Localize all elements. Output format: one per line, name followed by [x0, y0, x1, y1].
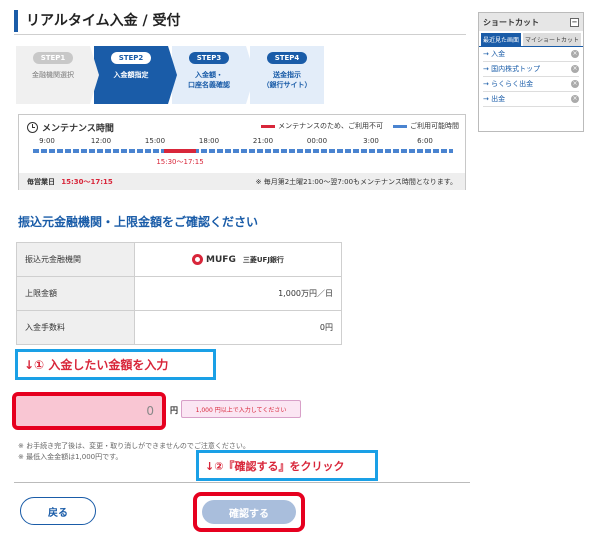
info-table: 振込元金融機関 MUFG 三菱UFJ銀行 上限金額 1,000万円／日 入金手数… [16, 242, 342, 345]
back-button[interactable]: 戻る [20, 497, 96, 525]
timeline-time: 9:00 [39, 137, 55, 145]
timeline-maintenance-range [164, 149, 196, 153]
delete-icon[interactable]: × [571, 50, 579, 58]
annotation-step2: ↓②『確認する』をクリック [196, 450, 378, 481]
shortcut-header: ショートカット − [479, 13, 583, 31]
step-indicator: STEP1 金融機関選択 STEP2 入金額指定 STEP3 入金額・ 口座名義… [16, 46, 328, 104]
maintenance-daily: 毎営業日 15:30〜17:15 [27, 177, 113, 187]
step-4-badge: STEP4 [266, 52, 308, 64]
timeline-bar [33, 149, 453, 153]
annotation-step1: ↓① 入金したい金額を入力 [15, 349, 216, 380]
timeline-time: 3:00 [363, 137, 379, 145]
clock-icon [27, 122, 38, 133]
step-1-label: 金融機関選択 [32, 71, 74, 79]
row-label: 入金手数料 [16, 310, 135, 345]
step-3: STEP3 入金額・ 口座名義確認 [172, 46, 255, 104]
legend-unavailable-swatch [261, 124, 276, 128]
maintenance-title: メンテナンス時間 [27, 121, 114, 134]
timeline-time: 6:00 [417, 137, 433, 145]
timeline-time: 12:00 [90, 137, 112, 145]
bank-name: 三菱UFJ銀行 [242, 255, 284, 264]
shortcut-item-deposit[interactable]: → 入金 × [483, 47, 579, 62]
shortcut-panel: ショートカット − 最近見た画面 マイショートカット → 入金 × → 国内株式… [478, 12, 584, 132]
step-3-badge: STEP3 [188, 52, 230, 64]
maintenance-legend: メンテナンスのため、ご利用不可 ご利用可能時間 [261, 121, 459, 131]
shortcut-item-label: → 出金 [483, 95, 506, 103]
bank-logo-text: MUFG [206, 254, 236, 265]
row-label: 上限金額 [16, 276, 135, 311]
delete-icon[interactable]: × [571, 95, 579, 103]
step-2-badge: STEP2 [110, 52, 152, 64]
timeline-time: 18:00 [198, 137, 220, 145]
row-value: 1,000万円／日 [134, 276, 342, 311]
maintenance-daily-value: 15:30〜17:15 [61, 177, 113, 186]
legend-available-label: ご利用可能時間 [410, 122, 459, 130]
tab-recent[interactable]: 最近見た画面 [481, 33, 521, 46]
tab-my-shortcut[interactable]: マイショートカット [523, 33, 581, 46]
timeline-time: 21:00 [252, 137, 274, 145]
legend-available: ご利用可能時間 [393, 121, 459, 131]
header-divider [14, 34, 466, 35]
shortcut-item-label: → らくらく出金 [483, 80, 534, 88]
step-3-label: 入金額・ 口座名義確認 [188, 71, 230, 89]
step-4: STEP4 送金指示 （銀行サイト） [250, 46, 324, 104]
delete-icon[interactable]: × [571, 65, 579, 73]
section-title: 振込元金融機関・上限金額をご確認ください [18, 215, 259, 229]
shortcut-title: ショートカット [483, 17, 539, 27]
bottom-divider [14, 482, 470, 483]
table-row: 振込元金融機関 MUFG 三菱UFJ銀行 [16, 242, 342, 277]
maintenance-daily-label: 毎営業日 [27, 177, 55, 186]
amount-input[interactable] [16, 396, 162, 426]
step-2: STEP2 入金額指定 [94, 46, 177, 104]
maintenance-title-text: メンテナンス時間 [42, 124, 114, 134]
shortcut-item-label: → 国内株式トップ [483, 65, 541, 73]
page-title: リアルタイム入金 / 受付 [14, 10, 464, 32]
step-1-badge: STEP1 [32, 52, 74, 64]
timeline-maintenance-label: 15:30〜17:15 [156, 158, 204, 166]
confirm-button-highlight: 確認する [193, 492, 305, 532]
bank-logo: MUFG 三菱UFJ銀行 [143, 254, 333, 265]
amount-unit: 円 [170, 406, 178, 415]
maintenance-note: ※ 毎月第2土曜21:00〜翌7:00もメンテナンス時間となります。 [255, 177, 457, 186]
mufg-logo-icon [192, 254, 204, 265]
legend-unavailable-label: メンテナンスのため、ご利用不可 [278, 122, 383, 130]
amount-hint: 1,000 円以上で入力してください [181, 400, 301, 418]
step-4-label: 送金指示 （銀行サイト） [262, 71, 312, 89]
table-row: 入金手数料 0円 [16, 310, 342, 345]
timeline-labels: 9:00 12:00 15:00 18:00 21:00 00:00 3:00 … [33, 137, 453, 147]
row-label: 振込元金融機関 [16, 242, 135, 277]
delete-icon[interactable]: × [571, 80, 579, 88]
step-1: STEP1 金融機関選択 [16, 46, 99, 104]
bank-cell: MUFG 三菱UFJ銀行 [134, 242, 342, 277]
shortcut-item-withdraw[interactable]: → 出金 × [483, 92, 579, 107]
table-row: 上限金額 1,000万円／日 [16, 276, 342, 311]
shortcut-tabs: 最近見た画面 マイショートカット [479, 31, 583, 47]
minimize-icon[interactable]: − [570, 17, 579, 27]
confirm-button[interactable]: 確認する [202, 500, 296, 524]
shortcut-item-domestic-stock[interactable]: → 国内株式トップ × [483, 62, 579, 77]
shortcut-item-label: → 入金 [483, 50, 506, 58]
amount-field-highlight [12, 392, 166, 430]
maintenance-panel: メンテナンス時間 メンテナンスのため、ご利用不可 ご利用可能時間 9:00 12… [18, 114, 466, 190]
shortcut-item-easy-withdraw[interactable]: → らくらく出金 × [483, 77, 579, 92]
timeline-time: 15:00 [144, 137, 166, 145]
maintenance-footer: 毎営業日 15:30〜17:15 ※ 毎月第2土曜21:00〜翌7:00もメンテ… [19, 173, 465, 190]
legend-unavailable: メンテナンスのため、ご利用不可 [261, 121, 383, 131]
step-2-label: 入金額指定 [113, 71, 149, 79]
row-value: 0円 [134, 310, 342, 345]
timeline-time: 00:00 [306, 137, 328, 145]
legend-available-swatch [393, 124, 407, 128]
